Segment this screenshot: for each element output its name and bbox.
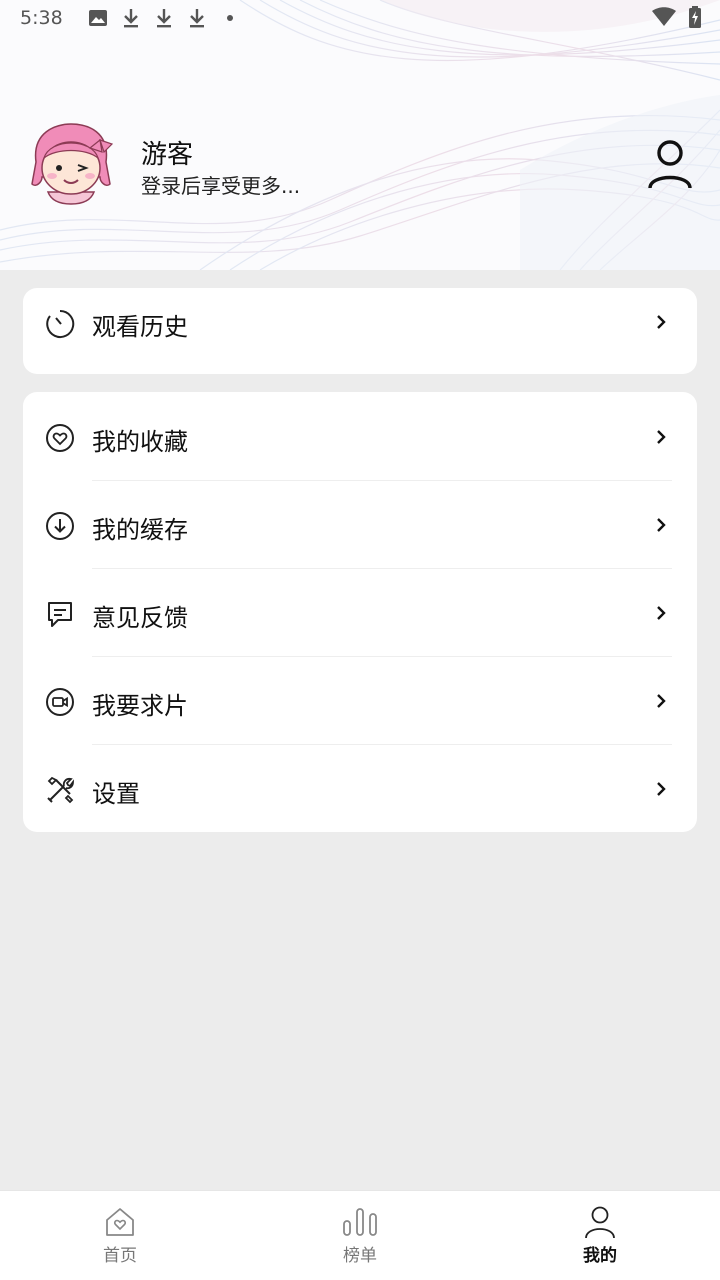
bottom-nav: 首页 榜单 我的 xyxy=(0,1190,720,1280)
download-icon xyxy=(118,6,144,30)
status-time: 5:38 xyxy=(20,7,63,29)
image-icon xyxy=(85,6,111,30)
video-circle-icon xyxy=(45,687,75,717)
menu-row-feedback[interactable]: 意见反馈 xyxy=(23,568,697,656)
wifi-icon xyxy=(652,7,676,32)
nav-item-ranking[interactable]: 榜单 xyxy=(300,1205,420,1266)
clock-icon xyxy=(45,309,75,339)
girl-avatar-icon[interactable] xyxy=(26,122,116,208)
profile-screen: 5:38 游客 登录后享受更多... 观看历史 我的收藏 我的缓存 意见反馈 我… xyxy=(0,0,720,1280)
chevron-right-icon xyxy=(653,312,669,332)
menu-row-cache[interactable]: 我的缓存 xyxy=(23,480,697,568)
user-icon xyxy=(540,1205,660,1239)
chevron-right-icon xyxy=(653,691,669,711)
menu-row-settings[interactable]: 设置 xyxy=(23,744,697,832)
nav-label-ranking: 榜单 xyxy=(343,1246,377,1266)
tools-icon xyxy=(45,775,75,805)
user-icon[interactable] xyxy=(644,138,696,192)
chevron-right-icon xyxy=(653,515,669,535)
history-card: 观看历史 xyxy=(23,288,697,374)
status-right xyxy=(652,6,702,33)
login-prompt[interactable]: 登录后享受更多... xyxy=(141,170,300,199)
menu-row-favorites[interactable]: 我的收藏 xyxy=(23,392,697,480)
bar-chart-icon xyxy=(300,1205,420,1239)
battery-charging-icon xyxy=(688,6,702,33)
nav-label-home: 首页 xyxy=(103,1246,137,1266)
chevron-right-icon xyxy=(653,603,669,623)
download-icon xyxy=(151,6,177,30)
download-circle-icon xyxy=(45,511,75,541)
menu-row-request[interactable]: 我要求片 xyxy=(23,656,697,744)
menu-label-favorites: 我的收藏 xyxy=(92,428,188,456)
chevron-right-icon xyxy=(653,427,669,447)
profile-header: 5:38 游客 登录后享受更多... xyxy=(0,0,720,270)
home-heart-icon xyxy=(60,1205,180,1239)
menu-label-feedback: 意见反馈 xyxy=(92,604,188,632)
chevron-right-icon xyxy=(653,779,669,799)
status-bar: 5:38 xyxy=(0,0,720,36)
message-icon xyxy=(45,599,75,629)
user-name[interactable]: 游客 xyxy=(141,134,193,171)
nav-item-home[interactable]: 首页 xyxy=(60,1205,180,1266)
menu-card: 我的收藏 我的缓存 意见反馈 我要求片 设置 xyxy=(23,392,697,832)
nav-label-mine: 我的 xyxy=(583,1246,617,1266)
menu-label-history: 观看历史 xyxy=(92,313,188,341)
download-icon xyxy=(184,6,210,30)
nav-item-mine[interactable]: 我的 xyxy=(540,1205,660,1266)
dot-icon xyxy=(217,6,243,30)
heart-circle-icon xyxy=(45,423,75,453)
menu-label-settings: 设置 xyxy=(92,780,140,808)
menu-label-cache: 我的缓存 xyxy=(92,516,188,544)
menu-label-request: 我要求片 xyxy=(92,692,188,720)
menu-row-history[interactable]: 观看历史 xyxy=(23,288,697,376)
